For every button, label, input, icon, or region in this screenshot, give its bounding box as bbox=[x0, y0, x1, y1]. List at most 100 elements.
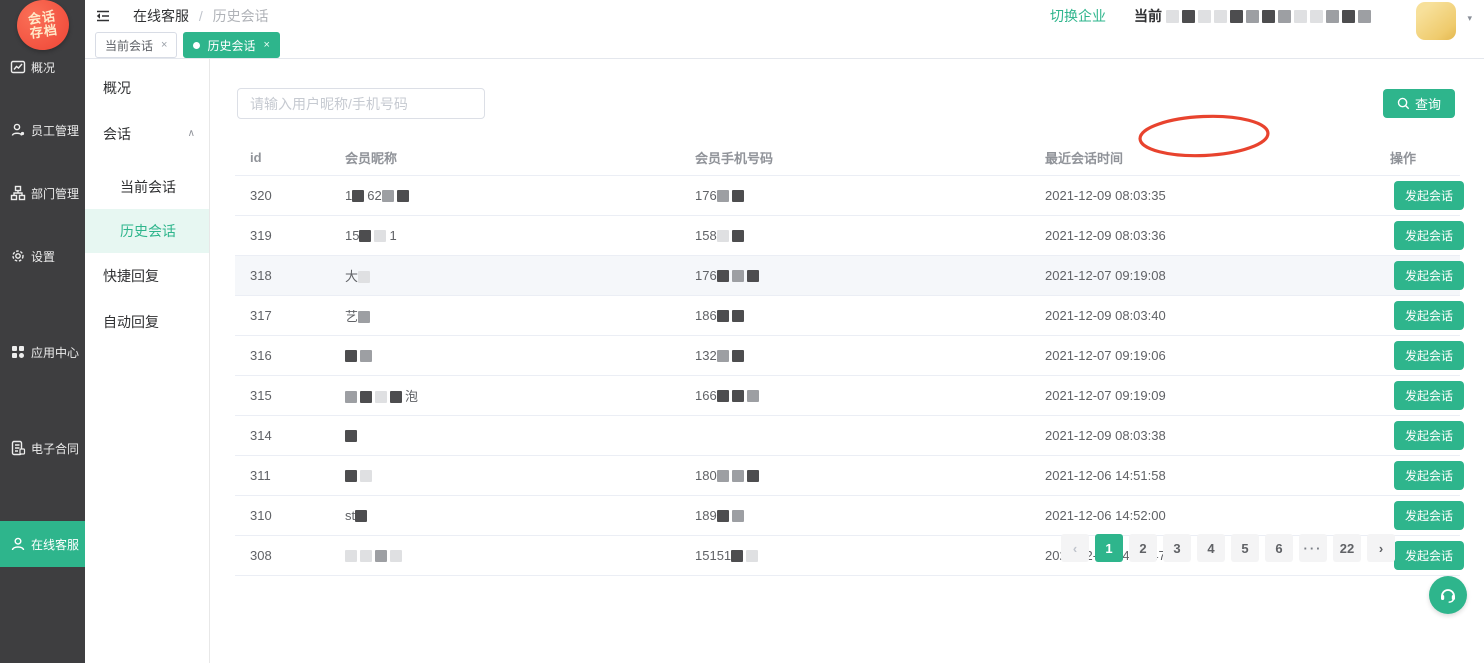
query-button[interactable]: 查询 bbox=[1383, 89, 1455, 118]
start-session-button[interactable]: 发起会话 bbox=[1394, 221, 1464, 250]
chevron-up-icon[interactable]: ∧ bbox=[188, 111, 195, 157]
start-session-button[interactable]: 发起会话 bbox=[1394, 181, 1464, 210]
start-session-button[interactable]: 发起会话 bbox=[1394, 381, 1464, 410]
breadcrumb: 在线客服 / 历史会话 bbox=[133, 6, 269, 26]
app-logo-text: 会话存档 bbox=[27, 9, 59, 41]
redacted-block bbox=[360, 350, 372, 362]
tab-label: 历史会话 bbox=[207, 37, 255, 54]
redacted-block bbox=[717, 310, 729, 322]
submenu-item[interactable]: 概况 bbox=[85, 65, 209, 111]
cell-last-session-time: 2021-12-09 08:03:36 bbox=[1030, 215, 1379, 255]
submenu-item[interactable]: 会话∧ bbox=[85, 111, 209, 157]
cell-id: 310 bbox=[235, 495, 330, 535]
start-session-button[interactable]: 发起会话 bbox=[1394, 301, 1464, 330]
pagination-page-button[interactable]: 6 bbox=[1265, 534, 1293, 562]
submenu-item[interactable]: 快捷回复 bbox=[85, 253, 209, 299]
pagination-page-button[interactable]: 4 bbox=[1197, 534, 1225, 562]
pagination-ellipsis[interactable]: ··· bbox=[1299, 534, 1327, 562]
redacted-block bbox=[397, 190, 409, 202]
customer-service-fab[interactable] bbox=[1429, 576, 1467, 614]
pagination-page-button[interactable]: 22 bbox=[1333, 534, 1361, 562]
table-row: 310st1892021-12-06 14:52:00发起会话 bbox=[235, 495, 1460, 535]
redacted-block bbox=[732, 310, 744, 322]
close-icon[interactable]: × bbox=[263, 39, 269, 51]
redacted-block bbox=[390, 550, 402, 562]
tab-current-session[interactable]: 当前会话 × bbox=[95, 32, 177, 58]
pagination-page-button[interactable]: 2 bbox=[1129, 534, 1157, 562]
start-session-button[interactable]: 发起会话 bbox=[1394, 261, 1464, 290]
redacted-block bbox=[1230, 10, 1243, 23]
visible-text: 15151 bbox=[695, 548, 731, 563]
redacted-block bbox=[345, 391, 357, 403]
cell-id: 317 bbox=[235, 295, 330, 335]
visible-text: 艺 bbox=[345, 309, 358, 324]
visible-text: 180 bbox=[695, 468, 717, 483]
top-bar-right: 切换企业 当前 bbox=[1050, 0, 1388, 32]
sidebar-item-contract[interactable]: 电子合同 bbox=[0, 425, 85, 471]
redacted-block bbox=[717, 390, 729, 402]
secondary-sidebar: 概况会话∧ 当前会话历史会话快捷回复自动回复 bbox=[85, 59, 210, 663]
redacted-block bbox=[732, 390, 744, 402]
visible-text: 62 bbox=[367, 188, 381, 203]
caret-down-icon[interactable]: ▾ bbox=[1467, 13, 1472, 24]
visible-text: 176 bbox=[695, 188, 717, 203]
pagination-page-button[interactable]: 5 bbox=[1231, 534, 1259, 562]
sidebar-item-apps-grid[interactable]: 应用中心 bbox=[0, 329, 85, 375]
start-session-button[interactable]: 发起会话 bbox=[1394, 541, 1464, 570]
customer-service-icon bbox=[10, 536, 26, 552]
column-id: id bbox=[235, 140, 330, 175]
current-company-label: 当前 bbox=[1134, 6, 1162, 26]
company-name-redacted bbox=[1166, 10, 1374, 23]
visible-text: 166 bbox=[695, 388, 717, 403]
redacted-block bbox=[360, 550, 372, 562]
redacted-block bbox=[345, 350, 357, 362]
redacted-block bbox=[1342, 10, 1355, 23]
sidebar-item-employee[interactable]: 员工管理 bbox=[0, 107, 85, 153]
gear-icon bbox=[10, 248, 26, 264]
cell-actions: 发起会话 bbox=[1379, 455, 1460, 495]
search-input[interactable] bbox=[237, 88, 485, 119]
redacted-block bbox=[390, 391, 402, 403]
submenu-item-label: 自动回复 bbox=[103, 314, 159, 330]
breadcrumb-section[interactable]: 在线客服 bbox=[133, 8, 189, 24]
cell-id: 316 bbox=[235, 335, 330, 375]
pagination-page-button[interactable]: 3 bbox=[1163, 534, 1191, 562]
column-actions: 操作 bbox=[1379, 140, 1460, 175]
sidebar-item-gear[interactable]: 设置 bbox=[0, 233, 85, 279]
breadcrumb-separator: / bbox=[199, 8, 203, 24]
start-session-button[interactable]: 发起会话 bbox=[1394, 461, 1464, 490]
sidebar-item-chart[interactable]: 概况 bbox=[0, 44, 85, 90]
redacted-block bbox=[1262, 10, 1275, 23]
redacted-block bbox=[1198, 10, 1211, 23]
tab-history-session[interactable]: 历史会话 × bbox=[183, 32, 279, 58]
redacted-block bbox=[747, 390, 759, 402]
cell-nickname: 艺 bbox=[330, 295, 680, 335]
sidebar-item-label: 应用中心 bbox=[31, 344, 79, 361]
start-session-button[interactable]: 发起会话 bbox=[1394, 501, 1464, 530]
sidebar-item-org-tree[interactable]: 部门管理 bbox=[0, 170, 85, 216]
submenu-item-label: 快捷回复 bbox=[103, 268, 159, 284]
contract-icon bbox=[10, 440, 26, 456]
table-row: 3142021-12-09 08:03:38发起会话 bbox=[235, 415, 1460, 455]
start-session-button[interactable]: 发起会话 bbox=[1394, 421, 1464, 450]
submenu-item[interactable]: 历史会话 bbox=[85, 209, 209, 253]
submenu-item[interactable]: 当前会话 bbox=[85, 165, 209, 209]
switch-company-link[interactable]: 切换企业 bbox=[1050, 6, 1106, 26]
column-nickname: 会员昵称 bbox=[330, 140, 680, 175]
pagination-next-button[interactable]: › bbox=[1367, 534, 1395, 562]
pagination-prev-button[interactable]: ‹ bbox=[1061, 534, 1089, 562]
apps-grid-icon bbox=[10, 344, 26, 360]
submenu-item[interactable]: 自动回复 bbox=[85, 299, 209, 345]
user-avatar[interactable] bbox=[1416, 2, 1456, 40]
redacted-block bbox=[358, 311, 370, 323]
headset-icon bbox=[1438, 585, 1458, 605]
sidebar-item-customer-service[interactable]: 在线客服 bbox=[0, 521, 85, 567]
menu-fold-icon[interactable] bbox=[95, 8, 111, 24]
table-row: 317艺1862021-12-09 08:03:40发起会话 bbox=[235, 295, 1460, 335]
start-session-button[interactable]: 发起会话 bbox=[1394, 341, 1464, 370]
redacted-block bbox=[717, 190, 729, 202]
close-icon[interactable]: × bbox=[161, 39, 167, 51]
cell-nickname bbox=[330, 535, 680, 575]
pagination-page-button[interactable]: 1 bbox=[1095, 534, 1123, 562]
sidebar-item-label: 设置 bbox=[31, 248, 55, 265]
